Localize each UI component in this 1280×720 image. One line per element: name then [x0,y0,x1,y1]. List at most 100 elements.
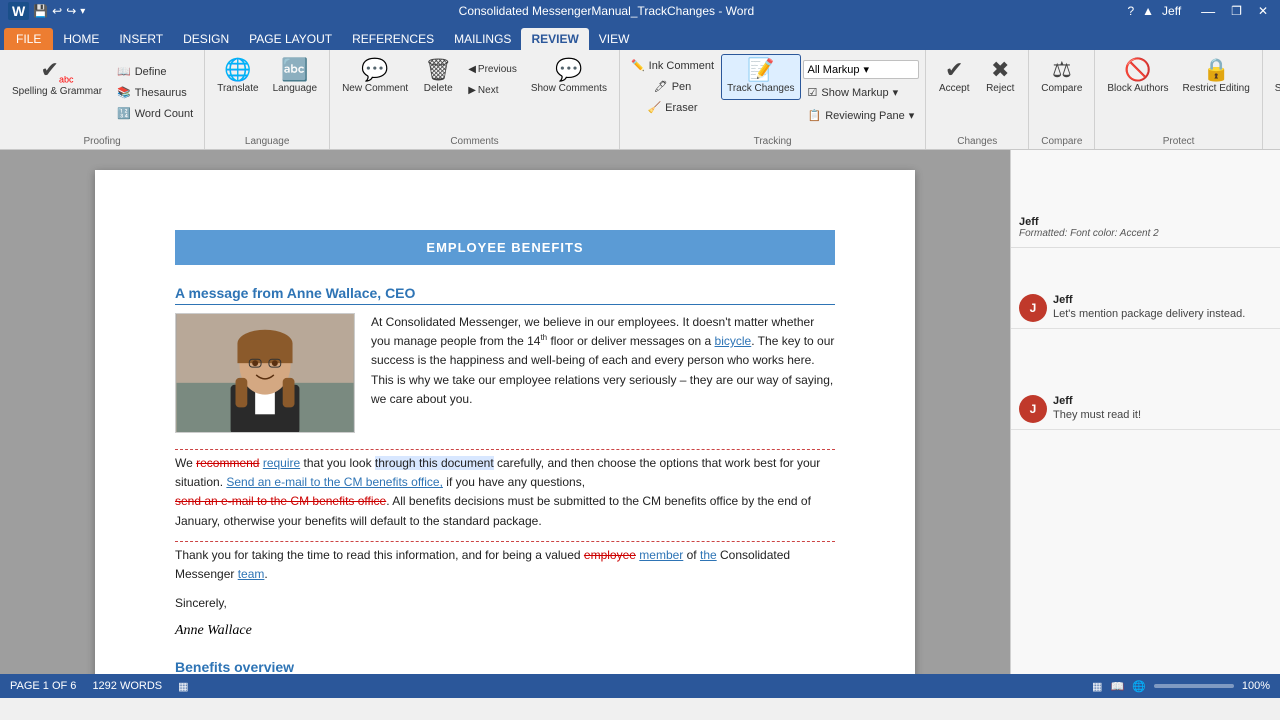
comment-3: J Jeff They must read it! [1011,389,1280,430]
tracking-label: Tracking [626,134,919,147]
page-indicator: PAGE 1 OF 6 [10,680,76,693]
language-button[interactable]: 🔤 Language [267,54,324,100]
ribbon-group-changes: ✔ Accept ✖ Reject Changes [926,50,1029,149]
tab-page-layout[interactable]: PAGE LAYOUT [239,28,342,50]
spelling-icon: ✔abc [41,59,74,84]
restrict-editing-icon: 🔒 [1202,59,1229,81]
reject-button[interactable]: ✖ Reject [978,54,1022,100]
bicycle-word: bicycle [715,334,752,348]
ribbon-collapse[interactable]: ▲ [1142,4,1154,18]
document-area: EMPLOYEE BENEFITS A message from Anne Wa… [0,150,1280,674]
comment-text-2: Let's mention package delivery instead. [1053,308,1272,320]
restrict-editing-button[interactable]: 🔒 Restrict Editing [1177,54,1256,100]
ribbon-group-ink: ✒ Start Inking Ink [1263,50,1280,149]
next-icon: ▶ [468,85,476,96]
block-authors-icon: 🚫 [1124,59,1151,81]
show-comments-button[interactable]: 💬 Show Comments [525,54,613,100]
ribbon-group-proofing: ✔abc Spelling & Grammar 📖 Define 📚 Thesa… [0,50,205,149]
minimize-button[interactable]: — [1197,3,1219,19]
format-note-detail: Formatted: Font color: Accent 2 [1019,228,1272,239]
tab-design[interactable]: DESIGN [173,28,239,50]
format-note: Jeff Formatted: Font color: Accent 2 [1011,210,1280,248]
comment-text-3: They must read it! [1053,409,1272,421]
compare-button[interactable]: ⚖ Compare [1035,54,1088,100]
tab-review[interactable]: REVIEW [521,28,588,50]
track-changes-button[interactable]: 📝 Track Changes [721,54,800,100]
spelling-grammar-button[interactable]: ✔abc Spelling & Grammar [6,54,108,103]
all-markup-dropdown[interactable]: All Markup ▾ [803,60,920,79]
ceo-paragraph: At Consolidated Messenger, we believe in… [371,313,835,409]
ribbon-group-compare: ⚖ Compare Compare [1029,50,1095,149]
thesaurus-icon: 📚 [117,86,131,99]
tab-references[interactable]: REFERENCES [342,28,444,50]
link2[interactable]: the [700,548,717,562]
thesaurus-button[interactable]: 📚 Thesaurus [112,83,198,102]
next-button[interactable]: ▶ Next [462,81,523,100]
comment-author-2: Jeff [1053,294,1272,306]
word-icon: W [8,2,29,20]
track-changes-icon: 📝 [747,59,774,81]
comments-label: Comments [336,134,613,147]
ink-label: Ink [1269,134,1280,147]
quick-access-save[interactable]: 💾 [33,4,48,18]
comment-body-3: Jeff They must read it! [1053,395,1272,421]
delete-button[interactable]: 🗑 Delete [416,54,460,100]
accept-button[interactable]: ✔ Accept [932,54,976,100]
reviewing-pane-button[interactable]: 📋 Reviewing Pane ▾ [803,106,920,125]
word-count-button[interactable]: 🔢 Word Count [112,104,198,123]
translate-icon: 🌐 [224,59,251,81]
para2: We recommend require that you look throu… [175,454,835,531]
block-authors-button[interactable]: 🚫 Block Authors [1101,54,1174,100]
word-count-icon: 🔢 [117,107,131,120]
ceo-section: At Consolidated Messenger, we believe in… [175,313,835,433]
translate-button[interactable]: 🌐 Translate [211,54,264,100]
previous-button[interactable]: ◀ Previous [462,60,523,79]
show-comments-icon: 💬 [555,59,582,81]
new-comment-button[interactable]: 💬 New Comment [336,54,414,100]
comment-avatar-2: J [1019,294,1047,322]
section2-area: Benefits overview This section contains … [175,659,835,674]
quick-access-undo[interactable]: ↩ [52,4,62,18]
view-read-icon[interactable]: 📖 [1110,680,1124,693]
delete-icon: 🗑 [424,59,452,81]
comment-avatar-3: J [1019,395,1047,423]
restore-button[interactable]: ❐ [1227,4,1246,18]
document-scroll[interactable]: EMPLOYEE BENEFITS A message from Anne Wa… [0,150,1010,674]
tab-view[interactable]: VIEW [589,28,640,50]
ribbon-group-language: 🌐 Translate 🔤 Language Language [205,50,330,149]
quick-access-redo[interactable]: ↪ [66,4,76,18]
view-normal-icon[interactable]: ▦ [1092,680,1102,693]
define-button[interactable]: 📖 Define [112,62,198,81]
comment-author-3: Jeff [1053,395,1272,407]
link3[interactable]: team [238,567,265,581]
reviewing-pane-icon: 📋 [808,109,822,122]
tab-mailings[interactable]: MAILINGS [444,28,521,50]
ceo-photo [175,313,355,433]
document-page: EMPLOYEE BENEFITS A message from Anne Wa… [95,170,915,674]
deleted-link: send an e-mail to the CM benefits office [175,494,386,508]
language-icon: 🔤 [281,59,308,81]
ribbon: ✔abc Spelling & Grammar 📖 Define 📚 Thesa… [0,50,1280,150]
para3: Thank you for taking the time to read th… [175,546,835,584]
start-inking-button[interactable]: ✒ Start Inking [1269,54,1280,100]
view-web-icon[interactable]: 🌐 [1132,680,1146,693]
zoom-slider[interactable] [1154,684,1234,688]
accept-icon: ✔ [945,59,963,81]
eraser-button[interactable]: 🧹 Eraser [642,98,702,117]
format-note-author: Jeff [1019,216,1272,228]
show-markup-button[interactable]: ☑ Show Markup ▾ [803,83,920,102]
close-button[interactable]: ✕ [1254,4,1272,18]
ink-comment-button[interactable]: ✏️ Ink Comment [626,56,719,75]
pen-button[interactable]: 🖊 Pen [649,77,697,96]
title-bar: W 💾 ↩ ↪ ▾ Consolidated MessengerManual_T… [0,0,1280,22]
deleted-recommend: recommend [196,456,259,470]
tab-insert[interactable]: INSERT [109,28,173,50]
tab-file[interactable]: FILE [4,28,53,50]
sincerely: Sincerely, [175,594,835,613]
tab-home[interactable]: HOME [53,28,109,50]
link1[interactable]: Send an e-mail to the CM benefits office… [226,475,443,489]
help-button[interactable]: ? [1127,4,1134,18]
proofing-icon: ▦ [178,680,188,693]
proofing-label: Proofing [6,134,198,147]
tracked-section-1: We recommend require that you look throu… [175,449,835,531]
